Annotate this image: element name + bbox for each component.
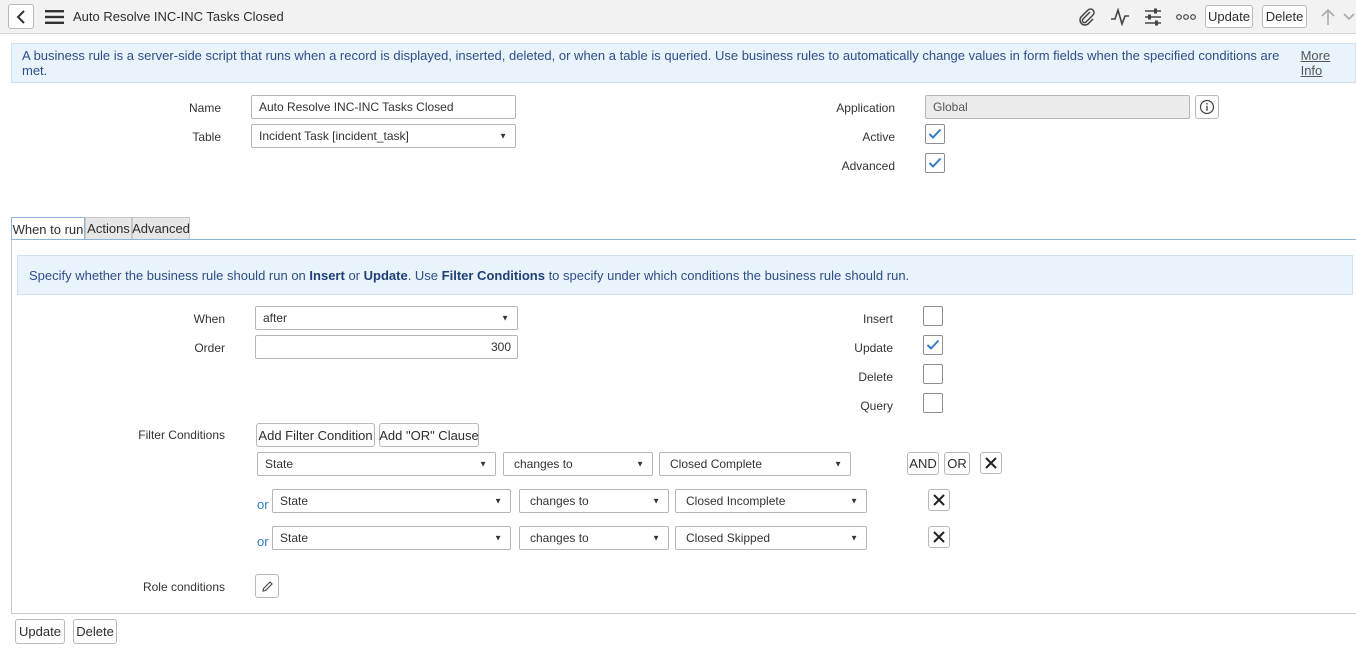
or-prefix-label: or xyxy=(257,534,269,549)
advanced-label: Advanced xyxy=(841,159,895,173)
chevron-left-icon xyxy=(16,9,25,24)
advanced-checkbox[interactable] xyxy=(925,153,945,173)
condition-operator-value: changes to xyxy=(514,457,573,471)
condition-field-select[interactable]: State xyxy=(272,489,511,513)
info-text: A business rule is a server-side script … xyxy=(22,48,1280,78)
when-to-run-info: Specify whether the business rule should… xyxy=(17,255,1353,295)
table-select[interactable]: Incident Task [incident_task] xyxy=(251,124,516,148)
condition-value-value: Closed Incomplete xyxy=(686,494,786,508)
insert-checkbox[interactable] xyxy=(923,306,943,326)
activity-icon[interactable] xyxy=(1109,7,1131,27)
application-info-button[interactable] xyxy=(1195,95,1219,119)
settings-sliders-icon[interactable] xyxy=(1142,7,1164,27)
condition-field-select[interactable]: State xyxy=(257,452,496,476)
close-icon xyxy=(985,457,997,469)
condition-field-value: State xyxy=(280,494,309,508)
remove-condition-button[interactable] xyxy=(928,526,950,548)
order-label: Order xyxy=(194,341,225,355)
name-label: Name xyxy=(188,101,221,115)
when-label: When xyxy=(193,312,225,326)
more-options-icon[interactable] xyxy=(1175,7,1197,27)
info-update: Update xyxy=(363,267,408,283)
or-prefix-label: or xyxy=(257,497,269,512)
page-title: Auto Resolve INC-INC Tasks Closed xyxy=(73,9,284,24)
table-label: Table xyxy=(192,130,221,144)
checkmark-icon xyxy=(928,157,942,168)
role-conditions-label: Role conditions xyxy=(142,580,225,594)
add-or-clause-button[interactable]: Add "OR" Clause xyxy=(379,423,479,447)
info-post: to specify under which conditions the bu… xyxy=(548,267,910,283)
remove-condition-button[interactable] xyxy=(928,489,950,511)
paperclip-icon[interactable] xyxy=(1076,7,1098,27)
arrow-up-icon[interactable] xyxy=(1318,7,1338,27)
delete-checkbox[interactable] xyxy=(923,364,943,384)
tab-when-to-run[interactable]: When to run xyxy=(11,217,85,240)
update-label: Update xyxy=(854,341,893,355)
condition-operator-select[interactable]: changes to xyxy=(503,452,653,476)
condition-value-select[interactable]: Closed Skipped xyxy=(675,526,867,550)
chevron-down-icon[interactable] xyxy=(1342,9,1356,25)
condition-value-value: Closed Complete xyxy=(670,457,763,471)
filter-conditions-label: Filter Conditions xyxy=(138,428,225,442)
remove-condition-button[interactable] xyxy=(980,452,1002,474)
active-checkbox[interactable] xyxy=(925,124,945,144)
header-update-button[interactable]: Update xyxy=(1205,5,1253,28)
tab-advanced[interactable]: Advanced xyxy=(132,217,190,239)
footer-delete-button[interactable]: Delete xyxy=(73,619,117,644)
tab-actions[interactable]: Actions xyxy=(85,217,132,239)
pencil-icon xyxy=(261,580,273,592)
checkmark-icon xyxy=(928,128,942,139)
condition-field-value: State xyxy=(280,531,309,545)
condition-field-value: State xyxy=(265,457,294,471)
edit-role-conditions-button[interactable] xyxy=(255,574,279,598)
footer-update-button[interactable]: Update xyxy=(15,619,65,644)
table-select-value: Incident Task [incident_task] xyxy=(259,129,409,143)
update-checkbox[interactable] xyxy=(923,335,943,355)
application-label: Application xyxy=(836,101,895,115)
close-icon xyxy=(933,494,945,506)
form-header: Auto Resolve INC-INC Tasks Closed Update… xyxy=(0,0,1356,34)
tab-panel xyxy=(11,239,1356,614)
info-circle-icon xyxy=(1199,99,1215,115)
condition-operator-select[interactable]: changes to xyxy=(519,526,669,550)
and-button[interactable]: AND xyxy=(907,452,939,475)
info-or: or xyxy=(348,267,360,283)
condition-operator-value: changes to xyxy=(530,531,589,545)
name-input[interactable]: Auto Resolve INC-INC Tasks Closed xyxy=(251,95,516,119)
info-mid: . Use xyxy=(407,267,439,283)
order-input[interactable]: 300 xyxy=(255,335,518,359)
or-button[interactable]: OR xyxy=(944,452,970,475)
info-filter: Filter Conditions xyxy=(441,267,545,283)
checkmark-icon xyxy=(926,339,940,350)
insert-label: Insert xyxy=(862,312,893,326)
delete-label: Delete xyxy=(858,370,893,384)
when-select-value: after xyxy=(263,311,288,325)
query-label: Query xyxy=(860,399,893,413)
more-info-link[interactable]: More Info xyxy=(1301,48,1355,78)
active-label: Active xyxy=(862,130,895,144)
condition-value-select[interactable]: Closed Incomplete xyxy=(675,489,867,513)
back-button[interactable] xyxy=(8,4,34,29)
query-checkbox[interactable] xyxy=(923,393,943,413)
hamburger-menu-icon[interactable] xyxy=(44,9,64,25)
condition-operator-value: changes to xyxy=(530,494,589,508)
close-icon xyxy=(933,531,945,543)
condition-field-select[interactable]: State xyxy=(272,526,511,550)
condition-value-select[interactable]: Closed Complete xyxy=(659,452,851,476)
info-pre: Specify whether the business rule should… xyxy=(29,267,306,283)
when-select[interactable]: after xyxy=(255,306,518,330)
add-filter-condition-button[interactable]: Add Filter Condition xyxy=(256,423,375,447)
business-rule-info: A business rule is a server-side script … xyxy=(11,43,1356,83)
header-delete-button[interactable]: Delete xyxy=(1262,5,1307,28)
application-field: Global xyxy=(925,95,1190,119)
condition-operator-select[interactable]: changes to xyxy=(519,489,669,513)
info-insert: Insert xyxy=(309,267,345,283)
condition-value-value: Closed Skipped xyxy=(686,531,771,545)
